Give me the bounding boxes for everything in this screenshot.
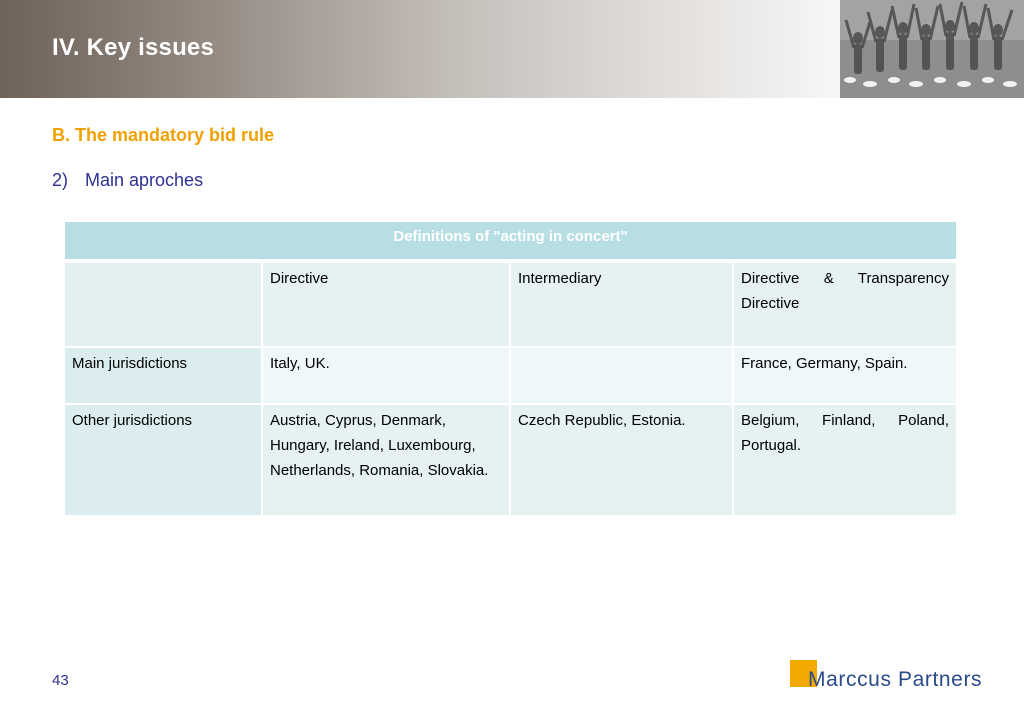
row-label-main-jurisdictions: Main jurisdictions xyxy=(65,348,263,405)
subheading: 2) Main aproches xyxy=(52,170,203,191)
table-cell: Belgium, Finland, Poland, Portugal. xyxy=(734,405,958,517)
table-caption: Definitions of "acting in concert" xyxy=(65,222,958,263)
subheading-text: Main aproches xyxy=(85,170,204,190)
table-caption-row: Definitions of "acting in concert" xyxy=(65,222,958,263)
table-cell: France, Germany, Spain. xyxy=(734,348,958,405)
header-cell-intermediary: Intermediary xyxy=(511,263,734,348)
slide-title: IV. Key issues xyxy=(52,34,215,61)
header-cell-empty xyxy=(65,263,263,348)
header-cell-directive-transparency: Directive & Transparency Directive xyxy=(734,263,958,348)
subheading-number: 2) xyxy=(52,170,69,190)
acting-in-concert-table: Definitions of "acting in concert" Direc… xyxy=(65,222,958,517)
table-cell: Czech Republic, Estonia. xyxy=(511,405,734,517)
people-holding-hands-photo xyxy=(840,0,1024,98)
logo-text: Marccus Partners xyxy=(808,668,983,691)
table-header-row: Directive Intermediary Directive & Trans… xyxy=(65,263,958,348)
section-heading: B. The mandatory bid rule xyxy=(52,125,275,145)
header-cell-directive: Directive xyxy=(263,263,511,348)
table-cell xyxy=(511,348,734,405)
table-cell: Italy, UK. xyxy=(263,348,511,405)
table-row: Main jurisdictions Italy, UK. France, Ge… xyxy=(65,348,958,405)
row-label-other-jurisdictions: Other jurisdictions xyxy=(65,405,263,517)
table-cell: Austria, Cyprus, Denmark, Hungary, Irela… xyxy=(263,405,511,517)
table-row: Other jurisdictions Austria, Cyprus, Den… xyxy=(65,405,958,517)
page-number: 43 xyxy=(52,672,69,689)
